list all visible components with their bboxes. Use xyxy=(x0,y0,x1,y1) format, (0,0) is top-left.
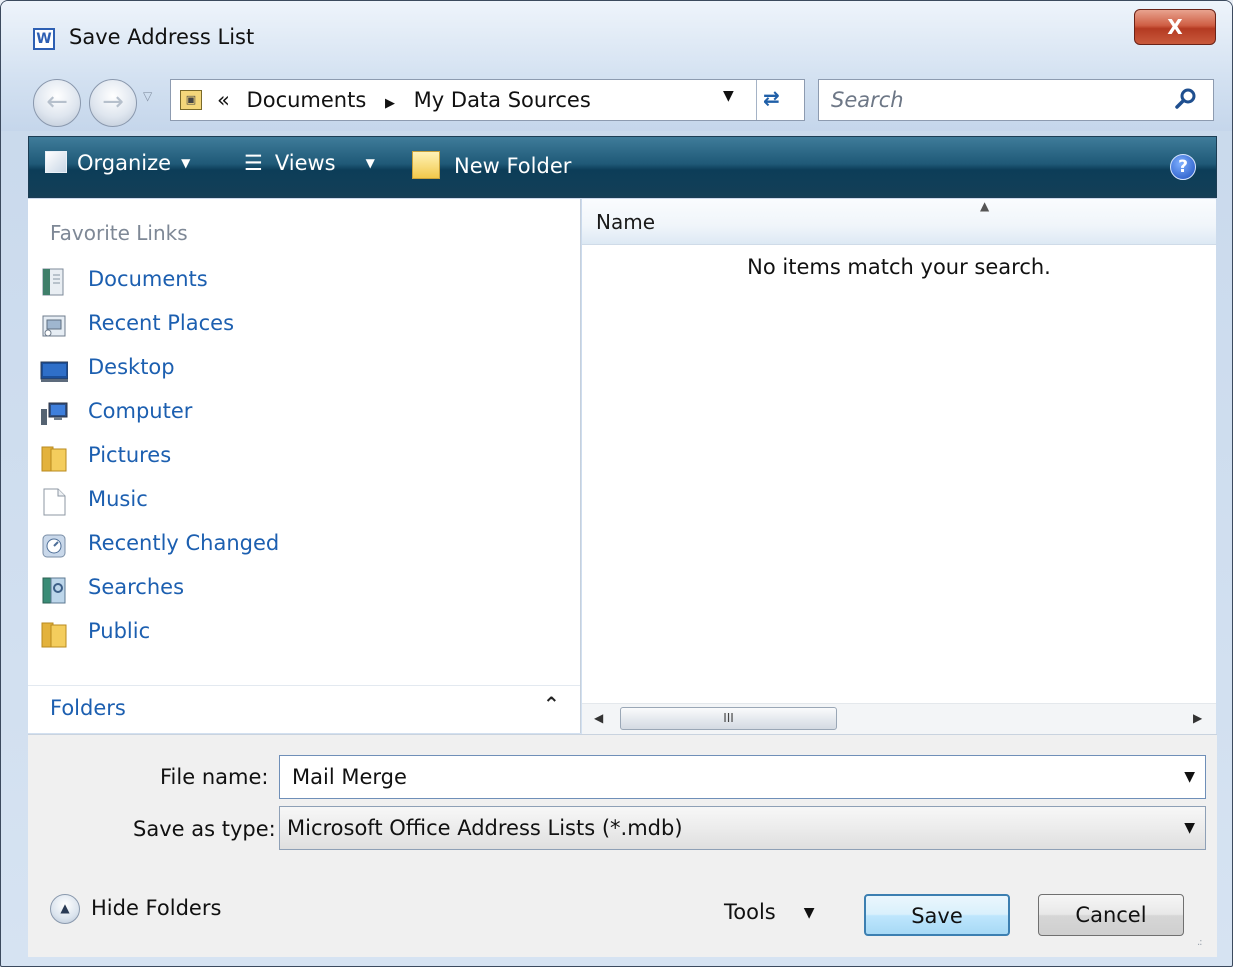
navigation-pane: Favorite Links Documents Recent Places D… xyxy=(28,199,581,733)
search-input[interactable] xyxy=(829,87,1163,113)
folders-label: Folders xyxy=(50,696,126,720)
address-bar[interactable]: ▣ « Documents ▶ My Data Sources ▼ ⇄ xyxy=(170,79,805,121)
search-icon[interactable] xyxy=(1173,86,1199,112)
chevron-down-icon[interactable]: ▼ xyxy=(1184,820,1195,836)
file-list-pane: Name ▲ No items match your search. ◀ III… xyxy=(582,199,1216,734)
column-header-label: Name xyxy=(596,210,656,234)
breadcrumb-overflow[interactable]: « xyxy=(217,88,230,112)
forward-arrow-icon: → xyxy=(102,87,124,117)
cancel-button[interactable]: Cancel xyxy=(1038,894,1184,936)
sidebar-item-label: Recently Changed xyxy=(88,531,280,555)
close-button[interactable]: X xyxy=(1134,9,1216,45)
organize-menu[interactable]: Organize ▼ xyxy=(45,151,190,175)
back-arrow-icon: ← xyxy=(46,87,68,117)
sidebar-item-recently-changed[interactable]: Recently Changed xyxy=(40,527,540,571)
folders-expander[interactable]: Folders ⌃ xyxy=(28,685,580,733)
organize-icon xyxy=(45,151,67,173)
views-caret-icon: ▼ xyxy=(365,156,375,170)
file-icon xyxy=(43,488,66,516)
address-dropdown-icon[interactable]: ▼ xyxy=(723,88,734,104)
word-icon: W xyxy=(33,28,55,50)
sidebar-item-pictures[interactable]: Pictures xyxy=(40,439,540,483)
help-icon[interactable]: ? xyxy=(1170,154,1196,180)
hide-folders-label: Hide Folders xyxy=(91,896,222,920)
folder-location-icon: ▣ xyxy=(180,90,202,110)
folder-icon xyxy=(41,622,67,648)
back-button[interactable]: ← xyxy=(33,79,81,127)
recent-places-icon xyxy=(42,315,66,337)
sidebar-item-computer[interactable]: Computer xyxy=(40,395,540,439)
folder-icon xyxy=(41,446,67,472)
new-folder-button[interactable]: New Folder xyxy=(412,151,571,179)
file-name-combobox[interactable]: ▼ xyxy=(279,755,1206,799)
sort-ascending-icon: ▲ xyxy=(980,199,990,213)
tools-caret-icon: ▼ xyxy=(803,905,815,921)
breadcrumb-separator-icon[interactable]: ▶ xyxy=(385,96,395,111)
tools-label: Tools xyxy=(724,900,776,924)
save-button[interactable]: Save xyxy=(864,894,1010,936)
save-as-type-select[interactable]: Microsoft Office Address Lists (*.mdb) ▼ xyxy=(279,806,1206,850)
save-as-type-label: Save as type: xyxy=(133,817,276,841)
favorite-links-heading: Favorite Links xyxy=(50,221,188,245)
sidebar-item-label: Desktop xyxy=(88,355,175,379)
file-name-field[interactable] xyxy=(290,764,1154,790)
organize-label: Organize xyxy=(77,151,172,175)
sidebar-item-label: Computer xyxy=(88,399,193,423)
sidebar-item-label: Music xyxy=(88,487,148,511)
address-divider xyxy=(756,80,757,120)
sidebar-item-label: Recent Places xyxy=(88,311,235,335)
save-dialog: W Save Address List X ← → ▽ ▣ « Document… xyxy=(0,0,1233,967)
command-toolbar: Organize ▼ ☰ Views ▼ New Folder ? xyxy=(28,136,1217,198)
sidebar-item-public[interactable]: Public xyxy=(40,615,540,659)
scroll-right-icon[interactable]: ▶ xyxy=(1193,711,1202,725)
sidebar-item-label: Documents xyxy=(88,267,208,291)
favorite-links-list: Documents Recent Places Desktop Computer… xyxy=(40,263,540,659)
horizontal-scrollbar[interactable]: ◀ III ▶ xyxy=(582,703,1216,734)
chevron-up-icon[interactable]: ⌃ xyxy=(543,692,560,716)
views-menu[interactable]: ☰ Views ▼ xyxy=(244,151,375,175)
sidebar-item-label: Pictures xyxy=(88,443,172,467)
search-box[interactable] xyxy=(818,79,1214,121)
breadcrumb: « Documents ▶ My Data Sources xyxy=(217,88,591,112)
dialog-title: Save Address List xyxy=(69,25,255,49)
organize-caret-icon: ▼ xyxy=(181,156,191,170)
new-folder-icon xyxy=(412,151,440,179)
documents-icon xyxy=(42,268,64,296)
new-folder-label: New Folder xyxy=(454,154,572,178)
views-icon: ☰ xyxy=(244,151,263,175)
recent-pages-dropdown-icon[interactable]: ▽ xyxy=(143,89,152,103)
title-bar[interactable]: W Save Address List X xyxy=(1,1,1232,71)
forward-button[interactable]: → xyxy=(89,79,137,127)
sidebar-item-recent-places[interactable]: Recent Places xyxy=(40,307,540,351)
scrollbar-thumb[interactable]: III xyxy=(620,707,837,730)
collapse-up-icon: ▲ xyxy=(50,894,80,924)
sidebar-item-music[interactable]: Music xyxy=(40,483,540,527)
breadcrumb-my-data-sources[interactable]: My Data Sources xyxy=(414,88,591,112)
searches-icon xyxy=(42,577,66,604)
desktop-icon xyxy=(40,361,68,382)
save-options-panel: File name: ▼ Save as type: Microsoft Off… xyxy=(28,734,1217,957)
sidebar-item-documents[interactable]: Documents xyxy=(40,263,540,307)
column-header-name[interactable]: Name ▲ xyxy=(582,199,1216,245)
sidebar-item-label: Searches xyxy=(88,575,185,599)
tools-menu[interactable]: Tools ▼ xyxy=(724,900,815,924)
views-label: Views xyxy=(274,151,336,175)
sidebar-item-label: Public xyxy=(88,619,151,643)
file-name-label: File name: xyxy=(160,765,269,789)
empty-list-message: No items match your search. xyxy=(747,255,1051,279)
resize-grip-icon[interactable]: .: xyxy=(1197,937,1202,948)
scroll-left-icon[interactable]: ◀ xyxy=(594,711,603,725)
breadcrumb-documents[interactable]: Documents xyxy=(247,88,367,112)
sidebar-item-desktop[interactable]: Desktop xyxy=(40,351,540,395)
save-as-type-value: Microsoft Office Address Lists (*.mdb) xyxy=(287,816,683,840)
chevron-down-icon[interactable]: ▼ xyxy=(1184,769,1195,785)
computer-icon xyxy=(41,402,68,425)
recently-changed-icon xyxy=(42,534,66,558)
sidebar-item-searches[interactable]: Searches xyxy=(40,571,540,615)
refresh-icon[interactable]: ⇄ xyxy=(763,86,780,110)
